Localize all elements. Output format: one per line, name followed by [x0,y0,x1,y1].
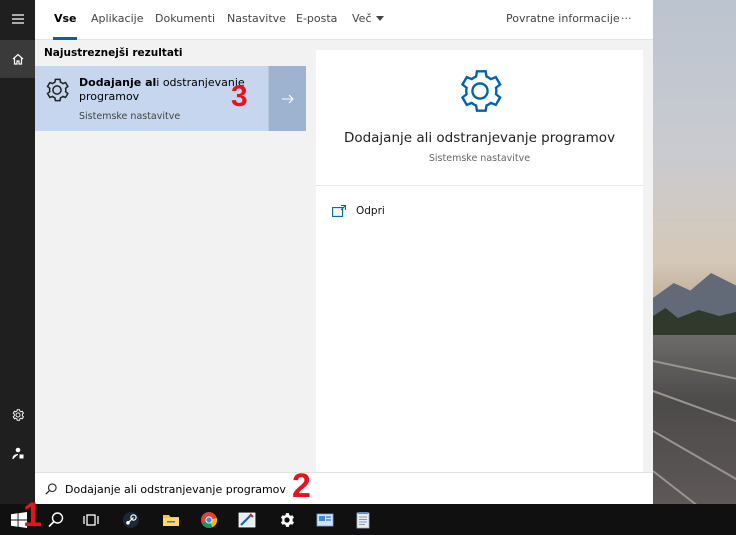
taskbar-app-control-panel[interactable] [306,504,343,535]
gear-icon [46,78,69,102]
search-input[interactable] [65,480,365,498]
preview-title: Dodajanje ali odstranjevanje programov [343,130,616,146]
gear-icon [460,70,502,112]
tab-documents[interactable]: Dokumenti [155,12,215,25]
paint-icon [238,512,255,527]
taskbar [0,504,736,535]
search-filter-tabs: Vse Aplikacije Dokumenti Nastavitve E-po… [35,0,653,40]
home-icon [12,53,23,65]
hamburger-menu-button[interactable] [0,0,35,38]
results-heading: Najustreznejši rezultati [44,47,183,59]
search-icon [45,483,57,495]
gear-icon [12,409,24,421]
settings-button[interactable] [0,396,35,434]
task-view-button[interactable] [72,504,109,535]
annotation-marker-1: 1 [23,496,42,534]
feedback-link[interactable]: Povratne informacije [506,12,620,25]
annotation-marker-2: 2 [292,467,311,505]
open-action[interactable]: Odpri [332,202,385,220]
chrome-icon [200,511,217,528]
account-button[interactable] [0,434,35,472]
task-view-icon [82,513,99,526]
arrow-right-icon [281,94,294,103]
user-feedback-icon [11,447,23,460]
expand-details-button[interactable] [268,66,306,131]
steam-icon [122,511,139,528]
taskbar-app-settings[interactable] [268,504,305,535]
open-action-label: Odpri [356,205,385,217]
hamburger-icon [11,14,24,24]
chevron-down-icon [375,16,384,21]
more-options-button[interactable]: ··· [621,12,632,25]
taskbar-search-button[interactable] [37,504,74,535]
preview-pane: Dodajanje ali odstranjevanje programov S… [316,50,643,472]
control-panel-icon [316,513,333,526]
search-icon [47,511,63,527]
tab-more[interactable]: Več [352,12,384,25]
taskbar-app-chrome[interactable] [190,504,227,535]
taskbar-app-notepad[interactable] [344,504,381,535]
preview-subtitle: Sistemske nastavitve [428,153,531,164]
notepad-icon [356,511,369,528]
tab-more-label: Več [352,12,372,25]
best-match-subtitle: Sistemske nastavitve [79,111,181,122]
taskbar-app-paint[interactable] [228,504,265,535]
annotation-marker-3: 3 [231,80,248,113]
start-menu: Vse Aplikacije Dokumenti Nastavitve E-po… [0,0,653,504]
gear-icon [280,512,294,527]
tab-all[interactable]: Vse [54,12,77,25]
desktop-wallpaper [653,0,736,504]
tab-email[interactable]: E-posta [296,12,337,25]
results-pane: Najustreznejši rezultati Dodajanje ali o… [35,40,306,472]
start-menu-rail [0,0,35,504]
taskbar-app-file-explorer[interactable] [152,504,189,535]
taskbar-app-steam[interactable] [112,504,149,535]
search-bar [35,472,653,504]
home-button[interactable] [0,40,35,78]
preview-divider [316,185,643,186]
folder-icon [162,514,179,526]
tab-apps[interactable]: Aplikacije [91,12,143,25]
tab-settings[interactable]: Nastavitve [227,12,286,25]
open-window-icon [332,205,346,217]
best-match-title-match: Dodajanje al [79,76,157,89]
